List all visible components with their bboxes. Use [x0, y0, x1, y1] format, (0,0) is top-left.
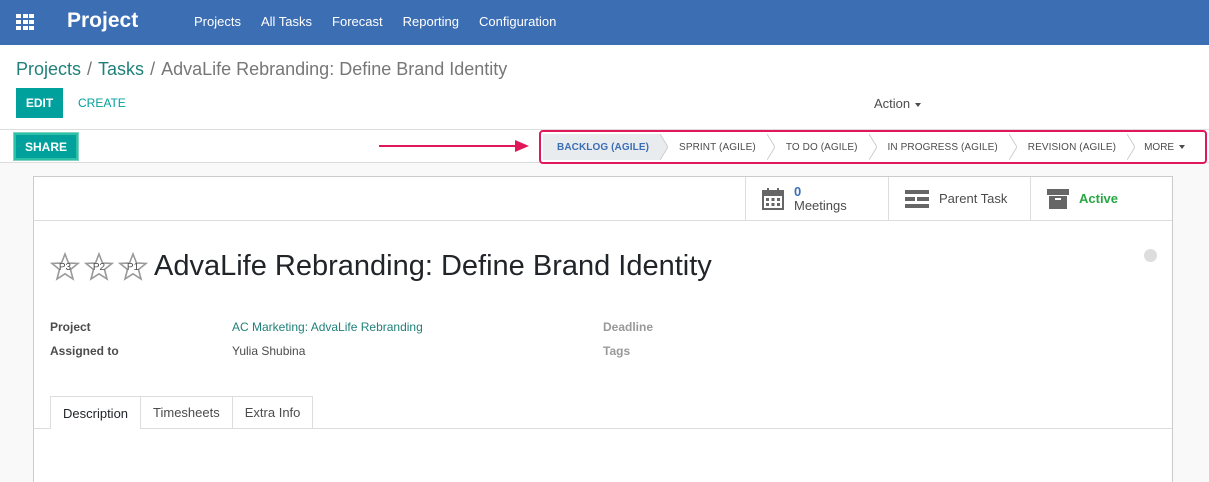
stage-highlight-box: BACKLOG (AGILE) SPRINT (AGILE) TO DO (AG… [539, 130, 1207, 164]
apps-menu-icon[interactable] [16, 14, 34, 30]
create-button[interactable]: CREATE [78, 96, 126, 110]
assigned-to-value[interactable]: Yulia Shubina [232, 344, 305, 358]
chevron-separator-icon [868, 134, 877, 160]
breadcrumb: Projects / Tasks / AdvaLife Rebranding: Defi… [16, 59, 507, 80]
priority-label: P1 [126, 261, 140, 273]
action-dropdown[interactable]: Action [874, 96, 922, 111]
breadcrumb-current: AdvaLife Rebranding: Define Brand Identi… [161, 59, 508, 79]
stage-more-dropdown[interactable]: MORE [1128, 134, 1191, 160]
chevron-separator-icon [1127, 134, 1136, 160]
calendar-icon [762, 187, 784, 210]
parent-task-label: Parent Task [939, 191, 1008, 206]
action-label: Action [874, 96, 911, 111]
active-status-label: Active [1079, 191, 1119, 206]
meetings-label: Meetings [794, 197, 847, 213]
tab-timesheets[interactable]: Timesheets [140, 396, 233, 428]
notebook-tabs: Description Timesheets Extra Info [50, 396, 314, 429]
priority-label: P2 [92, 261, 106, 273]
task-title-row: P3 P2 P1 AdvaLife Rebranding: Define Bra… [49, 250, 712, 283]
breadcrumb-separator: / [87, 59, 93, 79]
menu-item-configuration[interactable]: Configuration [479, 14, 556, 29]
tab-description[interactable]: Description [50, 396, 142, 429]
archive-icon [1047, 188, 1069, 209]
caret-down-icon [1179, 145, 1186, 149]
share-button[interactable]: SHARE [13, 132, 79, 161]
parent-task-button[interactable]: Parent Task [888, 177, 1031, 220]
priority-star-p2[interactable]: P2 [83, 251, 115, 282]
edit-button[interactable]: EDIT [16, 88, 63, 118]
form-sheet: 0 Meetings Parent Task Active P3 P2 P1 A… [33, 176, 1173, 482]
chevron-separator-icon [660, 134, 669, 160]
menu-item-all-tasks[interactable]: All Tasks [261, 14, 312, 29]
stage-in-progress[interactable]: IN PROGRESS (AGILE) [870, 134, 1017, 160]
tab-extra-info[interactable]: Extra Info [231, 396, 314, 428]
meetings-button[interactable]: 0 Meetings [745, 177, 888, 220]
breadcrumb-tasks[interactable]: Tasks [98, 59, 144, 79]
assigned-to-label: Assigned to [50, 344, 119, 358]
stage-revision[interactable]: REVISION (AGILE) [1010, 134, 1136, 160]
caret-down-icon [915, 102, 922, 107]
stage-label: TO DO (AGILE) [785, 141, 858, 153]
top-navbar: Project Projects All Tasks Forecast Repo… [0, 0, 1209, 45]
menu-item-forecast[interactable]: Forecast [332, 14, 383, 29]
more-label: MORE [1144, 141, 1175, 153]
stage-label: BACKLOG (AGILE) [557, 141, 650, 153]
priority-star-p1[interactable]: P1 [117, 251, 149, 282]
stage-statusbar: BACKLOG (AGILE) SPRINT (AGILE) TO DO (AG… [543, 134, 1203, 160]
tags-label: Tags [603, 344, 631, 358]
tasks-icon [905, 189, 929, 208]
stage-sprint[interactable]: SPRINT (AGILE) [661, 134, 775, 160]
kanban-state-indicator[interactable] [1144, 249, 1157, 262]
stage-to-do[interactable]: TO DO (AGILE) [768, 134, 877, 160]
control-panel: Projects / Tasks / AdvaLife Rebranding: Defi… [0, 45, 1209, 130]
breadcrumb-projects[interactable]: Projects [16, 59, 81, 79]
stage-label: REVISION (AGILE) [1027, 141, 1117, 153]
meetings-text: 0 Meetings [794, 183, 847, 213]
project-value[interactable]: AC Marketing: AdvaLife Rebranding [232, 320, 423, 334]
chevron-separator-icon [1008, 134, 1017, 160]
app-title[interactable]: Project [67, 9, 138, 33]
smart-button-box: 0 Meetings Parent Task Active [34, 177, 1172, 221]
breadcrumb-separator: / [150, 59, 156, 79]
stage-label: SPRINT (AGILE) [679, 141, 756, 153]
project-label: Project [50, 320, 91, 334]
deadline-label: Deadline [603, 320, 654, 334]
chevron-separator-icon [766, 134, 775, 160]
stage-label: IN PROGRESS (AGILE) [887, 141, 998, 153]
meetings-count: 0 [794, 183, 802, 199]
priority-star-p3[interactable]: P3 [49, 251, 81, 282]
menu-item-reporting[interactable]: Reporting [403, 14, 459, 29]
statusbar-row: SHARE BACKLOG (AGILE) SPRINT (AGILE) TO … [0, 130, 1209, 164]
active-toggle-button[interactable]: Active [1030, 177, 1172, 220]
task-title[interactable]: AdvaLife Rebranding: Define Brand Identi… [154, 250, 712, 283]
pointer-arrow-icon [379, 140, 529, 152]
priority-label: P3 [58, 261, 72, 273]
menu-item-projects[interactable]: Projects [194, 14, 241, 29]
stage-backlog[interactable]: BACKLOG (AGILE) [543, 134, 669, 160]
main-menu: Projects All Tasks Forecast Reporting Co… [194, 14, 576, 29]
